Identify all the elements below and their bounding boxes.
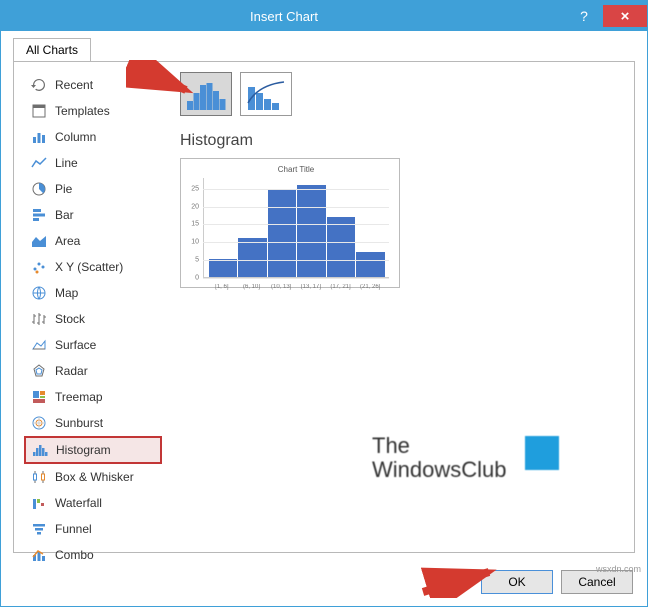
bar	[327, 217, 356, 277]
x-tick: (13, 17]	[296, 284, 326, 290]
histogram-icon	[32, 442, 48, 458]
close-button[interactable]: ×	[603, 5, 647, 27]
sidebar-item-funnel[interactable]: Funnel	[24, 516, 162, 542]
subtype-histogram[interactable]	[180, 72, 232, 116]
tab-all-charts[interactable]: All Charts	[13, 38, 91, 62]
subtype-name: Histogram	[180, 132, 624, 150]
sidebar-item-pie[interactable]: Pie	[24, 176, 162, 202]
templates-icon	[31, 103, 47, 119]
sidebar-item-bar[interactable]: Bar	[24, 202, 162, 228]
sidebar-item-area[interactable]: Area	[24, 228, 162, 254]
scatter-icon	[31, 259, 47, 275]
sidebar-item-label: Box & Whisker	[55, 470, 134, 484]
sunburst-icon	[31, 415, 47, 431]
line-icon	[31, 155, 47, 171]
chart-preview[interactable]: Chart Title [1, 6](6, 10](10, 13](13, 17…	[180, 158, 400, 288]
bar	[209, 259, 238, 277]
sidebar-item-map[interactable]: Map	[24, 280, 162, 306]
window-title: Insert Chart	[1, 9, 567, 24]
sidebar-item-label: Treemap	[55, 390, 103, 404]
chart-body: [1, 6](6, 10](10, 13](13, 17](17, 21](21…	[203, 178, 389, 278]
dialog-content: Recent Templates Column Line Pie Bar Are…	[13, 61, 635, 553]
bar	[238, 238, 267, 277]
help-button[interactable]: ?	[567, 5, 601, 27]
sidebar-item-histogram[interactable]: Histogram	[24, 436, 162, 464]
y-tick: 15	[185, 221, 199, 228]
boxwhisker-icon	[31, 469, 47, 485]
combo-icon	[31, 547, 47, 563]
watermark-line1: The	[372, 434, 507, 458]
y-tick: 5	[185, 257, 199, 264]
bar	[356, 252, 385, 277]
watermark-text: The WindowsClub	[372, 434, 507, 482]
sidebar-item-scatter[interactable]: X Y (Scatter)	[24, 254, 162, 280]
sidebar-item-boxwhisker[interactable]: Box & Whisker	[24, 464, 162, 490]
sidebar-item-label: Bar	[55, 208, 74, 222]
funnel-icon	[31, 521, 47, 537]
sidebar-item-label: Map	[55, 286, 78, 300]
watermark: The WindowsClub	[372, 434, 559, 482]
titlebar: Insert Chart ? ×	[1, 1, 647, 31]
bar	[268, 189, 297, 277]
treemap-icon	[31, 389, 47, 405]
subtype-row	[180, 72, 624, 116]
watermark-logo-icon	[525, 436, 559, 470]
x-tick: [1, 6]	[207, 284, 237, 290]
x-tick: (17, 21]	[326, 284, 356, 290]
y-tick: 0	[185, 275, 199, 282]
sidebar-item-label: Sunburst	[55, 416, 103, 430]
watermark-line2: WindowsClub	[372, 458, 507, 482]
sidebar-item-label: Surface	[55, 338, 96, 352]
subtype-pareto[interactable]	[240, 72, 292, 116]
radar-icon	[31, 363, 47, 379]
column-icon	[31, 129, 47, 145]
chart-category-sidebar: Recent Templates Column Line Pie Bar Are…	[24, 72, 162, 542]
sidebar-item-waterfall[interactable]: Waterfall	[24, 490, 162, 516]
recent-icon	[31, 77, 47, 93]
x-tick: (10, 13]	[266, 284, 296, 290]
sidebar-item-recent[interactable]: Recent	[24, 72, 162, 98]
ok-button[interactable]: OK	[481, 570, 553, 594]
sidebar-item-templates[interactable]: Templates	[24, 98, 162, 124]
sidebar-item-label: Radar	[55, 364, 88, 378]
stock-icon	[31, 311, 47, 327]
sidebar-item-label: Templates	[55, 104, 110, 118]
x-tick: (6, 10]	[237, 284, 267, 290]
sidebar-item-line[interactable]: Line	[24, 150, 162, 176]
x-tick: (21, 26]	[355, 284, 385, 290]
y-tick: 20	[185, 203, 199, 210]
sidebar-item-label: Area	[55, 234, 80, 248]
sidebar-item-radar[interactable]: Radar	[24, 358, 162, 384]
waterfall-icon	[31, 495, 47, 511]
bar	[297, 185, 326, 277]
sidebar-item-label: Combo	[55, 548, 94, 562]
sidebar-item-label: Line	[55, 156, 78, 170]
sidebar-item-treemap[interactable]: Treemap	[24, 384, 162, 410]
sidebar-item-sunburst[interactable]: Sunburst	[24, 410, 162, 436]
sidebar-item-column[interactable]: Column	[24, 124, 162, 150]
sidebar-item-label: Column	[55, 130, 96, 144]
preview-title: Chart Title	[203, 165, 389, 174]
sidebar-item-surface[interactable]: Surface	[24, 332, 162, 358]
tab-strip: All Charts	[13, 37, 647, 61]
bar-icon	[31, 207, 47, 223]
area-icon	[31, 233, 47, 249]
sidebar-item-label: Histogram	[56, 443, 111, 457]
chart-subtype-panel: Histogram Chart Title [1, 6](6, 10](10, …	[162, 72, 624, 542]
sidebar-item-label: Funnel	[55, 522, 92, 536]
sidebar-item-stock[interactable]: Stock	[24, 306, 162, 332]
y-tick: 25	[185, 185, 199, 192]
credit-text: wsxdn.com	[596, 564, 641, 574]
surface-icon	[31, 337, 47, 353]
sidebar-item-label: Pie	[55, 182, 72, 196]
sidebar-item-label: Waterfall	[55, 496, 102, 510]
sidebar-item-label: X Y (Scatter)	[55, 260, 123, 274]
sidebar-item-label: Recent	[55, 78, 93, 92]
sidebar-item-combo[interactable]: Combo	[24, 542, 162, 568]
sidebar-item-label: Stock	[55, 312, 85, 326]
pie-icon	[31, 181, 47, 197]
y-tick: 10	[185, 239, 199, 246]
map-icon	[31, 285, 47, 301]
